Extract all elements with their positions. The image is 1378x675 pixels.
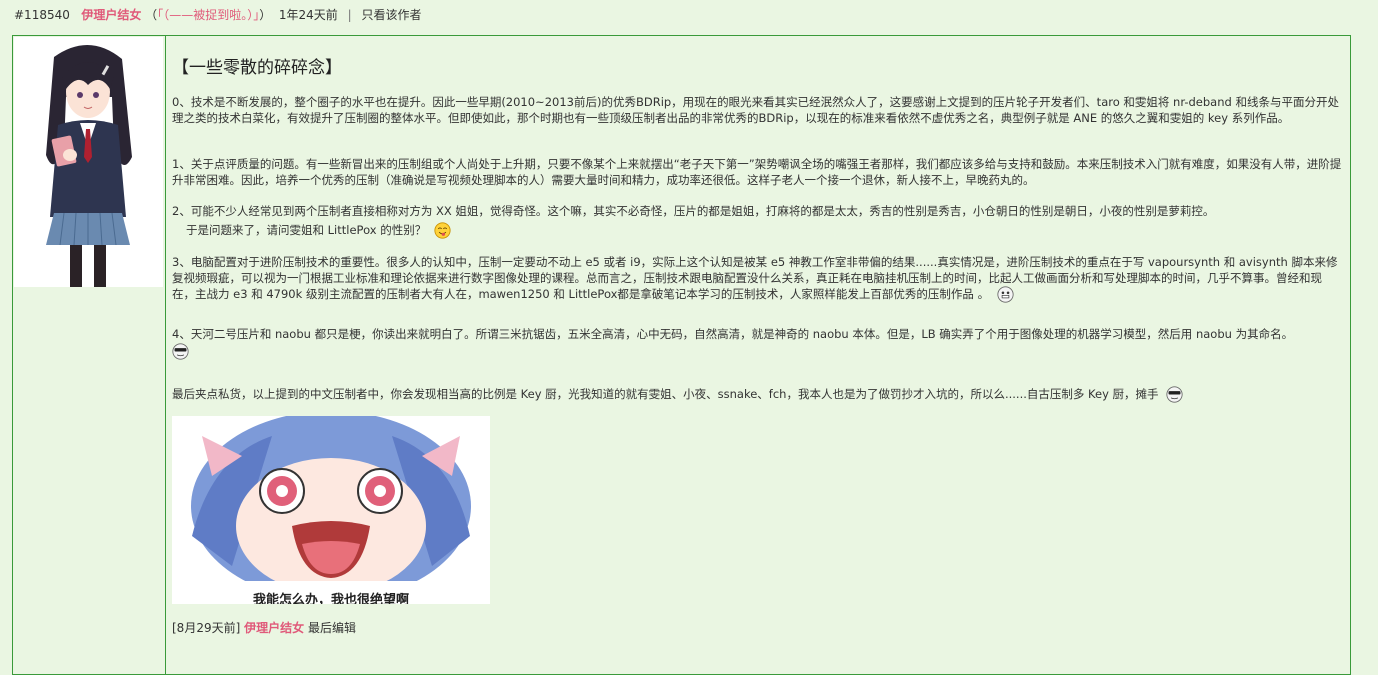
edit-suffix: 最后编辑 — [307, 621, 356, 635]
post-footer: [8月29天前] 伊理户结女 最后编辑 — [172, 619, 356, 636]
grin-emoji-icon — [997, 286, 1014, 303]
author-name[interactable]: 伊理户结女 — [81, 8, 141, 22]
post-time: 1年24天前 — [278, 8, 338, 22]
paragraph-2b-text: 于是问题来了，请问雯姐和 LittlePox 的性别？ — [186, 223, 427, 237]
paragraph-0: 0、技术是不断发展的，整个圈子的水平也在提升。因此一些早期(2010~2013前… — [172, 95, 1339, 125]
avatar-column — [13, 36, 166, 674]
post-container: 【一些零散的碎碎念】 0、技术是不断发展的，整个圈子的水平也在提升。因此一些早期… — [12, 35, 1351, 675]
post-id[interactable]: #118540 — [14, 8, 70, 22]
paragraph-4-text: 4、天河二号压片和 naobu 都只是梗，你读出来就明白了。所谓三米抗锯齿，五米… — [172, 327, 1294, 341]
paragraph-3: 3、电脑配置对于进阶压制技术的重要性。很多人的认知中，压制一定要动不动上 e5 … — [172, 254, 1344, 303]
sunglasses-emoji-icon — [172, 343, 189, 360]
sunglasses-emoji-icon — [1166, 386, 1183, 403]
only-author-link[interactable]: 只看该作者 — [361, 8, 421, 22]
post-title: 【一些零散的碎碎念】 — [172, 58, 342, 78]
meta-separator: | — [347, 8, 352, 22]
tongue-emoji-icon — [434, 222, 451, 239]
paragraph-5: 最后夹点私货，以上提到的中文压制者中，你会发现相当高的比例是 Key 厨，光我知… — [172, 386, 1344, 403]
reaction-image-caption: 我能怎么办，我也很绝望啊 — [252, 593, 409, 604]
paragraph-4: 4、天河二号压片和 naobu 都只是梗，你读出来就明白了。所谓三米抗锯齿，五米… — [172, 326, 1344, 360]
edit-time: [8月29天前] — [172, 621, 241, 635]
paragraph-2b: 于是问题来了，请问雯姐和 LittlePox 的性别？ — [186, 222, 1336, 239]
post-meta: #118540 伊理户结女 （「（——被捉到啦。）」） 1年24天前 | 只看该… — [14, 7, 421, 23]
paragraph-1: 1、关于点评质量的问题。有一些新冒出来的压制组或个人尚处于上升期，只要不像某个上… — [172, 157, 1342, 187]
editor-name[interactable]: 伊理户结女 — [244, 621, 304, 635]
author-nickname: 「（——被捉到啦。）」 — [157, 8, 260, 22]
paragraph-3-text: 3、电脑配置对于进阶压制技术的重要性。很多人的认知中，压制一定要动不动上 e5 … — [172, 255, 1338, 301]
paragraph-5-text: 最后夹点私货，以上提到的中文压制者中，你会发现相当高的比例是 Key 厨，光我知… — [172, 387, 1159, 401]
nickname-open: （ — [145, 8, 158, 22]
avatar — [14, 37, 163, 287]
nickname-close: ） — [259, 8, 272, 22]
reaction-illustration — [172, 416, 490, 604]
avatar-image — [14, 37, 163, 287]
reaction-image: 我能怎么办，我也很绝望啊 — [172, 416, 490, 604]
paragraph-2: 2、可能不少人经常见到两个压制者直接相称对方为 XX 姐姐，觉得奇怪。这个嘛，其… — [172, 204, 1215, 218]
